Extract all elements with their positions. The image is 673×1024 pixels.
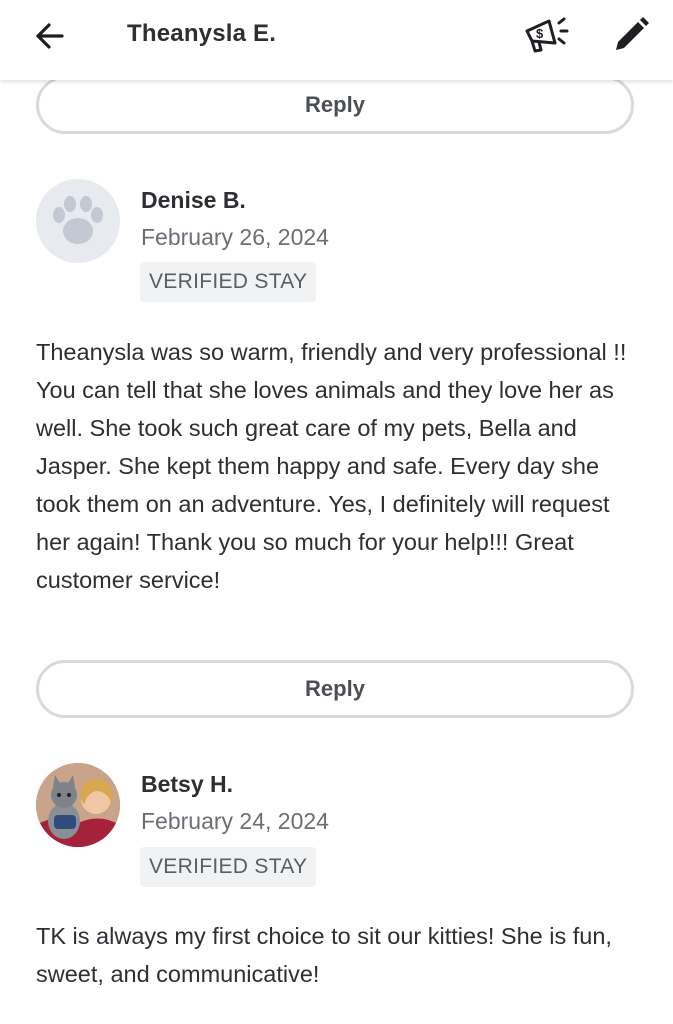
review-date: February 26, 2024 [141, 224, 329, 250]
promote-button[interactable]: $ [520, 10, 570, 60]
back-button[interactable] [30, 16, 70, 56]
pencil-icon [616, 17, 649, 50]
page-title: Theanysla E. [127, 20, 277, 47]
review-text: Theanysla was so warm, friendly and very… [36, 339, 627, 593]
megaphone-dollar-icon: $ [525, 17, 569, 53]
verified-stay-badge: VERIFIED STAY [140, 847, 317, 887]
arrow-left-icon [36, 23, 64, 49]
reviewer-name[interactable]: Denise B. [141, 187, 246, 214]
avatar[interactable] [36, 179, 120, 263]
reply-button[interactable]: Reply [36, 76, 634, 134]
verified-stay-badge: VERIFIED STAY [140, 262, 317, 302]
reply-label: Reply [305, 92, 365, 117]
svg-text:$: $ [536, 26, 544, 41]
user-photo-with-cat [36, 763, 120, 847]
review-text: TK is always my first choice to sit our … [36, 923, 612, 987]
reply-label: Reply [305, 676, 365, 701]
top-app-bar: Theanysla E. $ [0, 0, 673, 80]
review-date: February 24, 2024 [141, 808, 329, 834]
paw-placeholder-icon [53, 196, 103, 244]
avatar[interactable] [36, 763, 120, 847]
reply-button[interactable]: Reply [36, 660, 634, 718]
edit-button[interactable] [610, 14, 652, 56]
reviewer-name[interactable]: Betsy H. [141, 771, 233, 798]
